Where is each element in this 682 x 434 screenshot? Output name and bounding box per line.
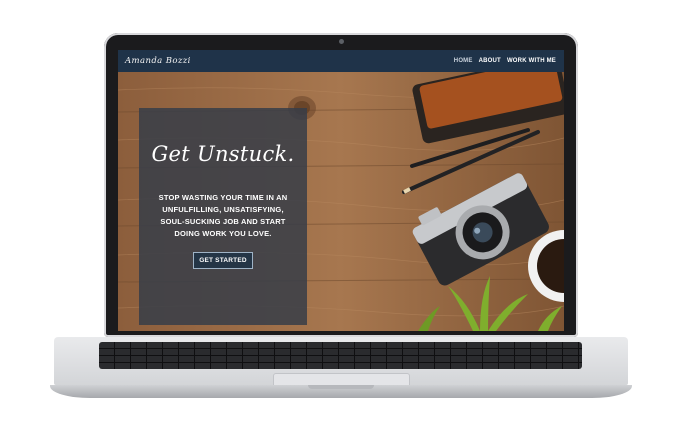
hero-title: Get Unstuck.: [151, 142, 295, 166]
brand-logo[interactable]: Amanda Bozzi: [125, 56, 191, 66]
laptop-screen: Amanda Bozzi HOME ABOUT WORK WITH ME Get…: [118, 50, 564, 331]
hero-body: STOP WASTING YOUR TIME IN AN UNFULFILLIN…: [158, 193, 288, 238]
main-nav: HOME ABOUT WORK WITH ME: [454, 58, 556, 64]
lid-notch: [308, 385, 374, 389]
nav-about-link[interactable]: ABOUT: [479, 58, 501, 64]
nav-home-link[interactable]: HOME: [454, 58, 473, 64]
get-started-button[interactable]: GET STARTED: [193, 252, 253, 269]
webcam-icon: [339, 39, 344, 44]
site-navbar: Amanda Bozzi HOME ABOUT WORK WITH ME: [118, 50, 564, 72]
keyboard: [99, 342, 582, 369]
hero-card: Get Unstuck. STOP WASTING YOUR TIME IN A…: [139, 108, 307, 325]
nav-work-with-me-link[interactable]: WORK WITH ME: [507, 58, 556, 64]
